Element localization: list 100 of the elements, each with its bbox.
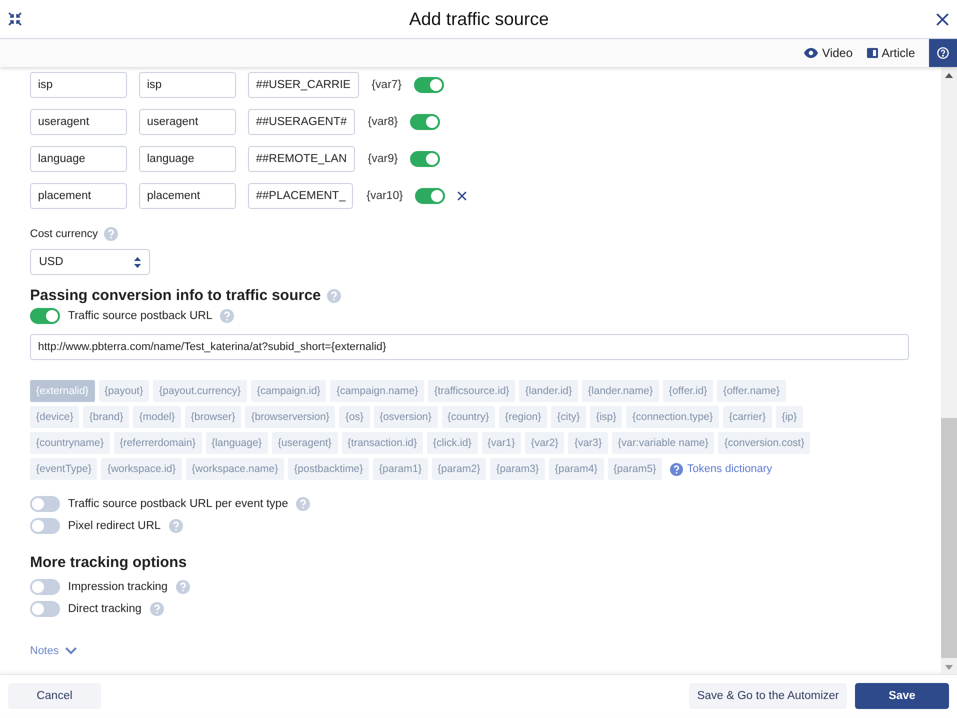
token-chip[interactable]: {connection.type} bbox=[626, 406, 719, 428]
help-button[interactable] bbox=[929, 39, 957, 67]
token-chip[interactable]: {region} bbox=[498, 406, 548, 428]
token-chip[interactable]: {payout.currency} bbox=[153, 380, 247, 402]
parameter-value-field[interactable]: language bbox=[139, 146, 236, 172]
help-icon bbox=[220, 309, 234, 323]
token-chip[interactable]: {var3} bbox=[568, 432, 608, 454]
token-chip[interactable]: {param3} bbox=[490, 458, 545, 480]
help-icon bbox=[150, 602, 164, 616]
variable-label: {var9} bbox=[368, 153, 398, 165]
toggle-label: Impression tracking bbox=[68, 581, 168, 593]
sort-icon bbox=[134, 256, 141, 268]
token-chip[interactable]: {param1} bbox=[373, 458, 428, 480]
chevron-down-icon bbox=[64, 647, 77, 655]
token-chip[interactable]: {param4} bbox=[548, 458, 604, 480]
token-chip[interactable]: {ip} bbox=[776, 406, 803, 428]
toggle-switch[interactable] bbox=[30, 518, 60, 534]
parameter-value-field[interactable]: isp bbox=[139, 72, 236, 98]
token-chip[interactable]: {lander.id} bbox=[519, 380, 578, 402]
token-chip[interactable]: {useragent} bbox=[272, 432, 338, 454]
token-chip[interactable]: {campaign.id} bbox=[250, 380, 326, 402]
token-chip[interactable]: {device} bbox=[30, 406, 80, 428]
book-icon bbox=[866, 48, 878, 58]
token-chip[interactable]: {carrier} bbox=[722, 406, 772, 428]
token-chip[interactable]: {countryname} bbox=[30, 432, 110, 454]
token-chip[interactable]: {country} bbox=[442, 406, 495, 428]
token-chip[interactable]: {param5} bbox=[608, 458, 662, 480]
token-chip[interactable]: {var:variable name} bbox=[612, 432, 714, 454]
toggle-switch[interactable] bbox=[414, 77, 444, 93]
section-heading: Passing conversion info to traffic source bbox=[30, 287, 321, 304]
cancel-button[interactable]: Cancel bbox=[8, 683, 101, 709]
token-chip[interactable]: {trafficsource.id} bbox=[428, 380, 516, 402]
toggle-switch[interactable] bbox=[410, 151, 440, 167]
collapse-icon[interactable] bbox=[8, 12, 22, 26]
token-chip[interactable]: {browserversion} bbox=[245, 406, 336, 428]
variable-label: {var8} bbox=[368, 116, 398, 128]
toggle-label: Traffic source postback URL bbox=[68, 310, 212, 322]
parameter-name-field[interactable]: useragent bbox=[30, 109, 127, 135]
postback-url-field[interactable]: http://www.pbterra.com/name/Test_katerina/at?subid_short={externalid} bbox=[30, 334, 909, 360]
token-chip[interactable]: {browser} bbox=[184, 406, 242, 428]
currency-select[interactable]: USD bbox=[30, 249, 150, 275]
token-chip[interactable]: {offer.id} bbox=[662, 380, 714, 402]
toggle-label: Direct tracking bbox=[68, 603, 142, 615]
help-icon bbox=[104, 227, 118, 241]
token-chip[interactable]: {lander.name} bbox=[582, 380, 659, 402]
token-chip[interactable]: {os} bbox=[339, 406, 370, 428]
save-button[interactable]: Save bbox=[855, 683, 949, 709]
help-icon bbox=[296, 497, 310, 511]
help-icon bbox=[176, 580, 190, 594]
token-chip[interactable]: {referrerdomain} bbox=[114, 432, 202, 454]
token-chip[interactable]: {workspace.id} bbox=[101, 458, 182, 480]
token-chip[interactable]: {transaction.id} bbox=[342, 432, 424, 454]
token-field[interactable]: ##PLACEMENT_ bbox=[248, 183, 354, 209]
toggle-label: Traffic source postback URL per event type bbox=[68, 498, 288, 510]
token-chip[interactable]: {externalid} bbox=[30, 380, 95, 402]
token-chip[interactable]: {language} bbox=[206, 432, 268, 454]
toggle-switch[interactable] bbox=[410, 114, 440, 130]
token-field[interactable]: ##REMOTE_LAN bbox=[248, 146, 355, 172]
token-field[interactable]: ##USERAGENT# bbox=[248, 109, 355, 135]
parameter-value-field[interactable]: placement bbox=[139, 183, 236, 209]
close-icon[interactable] bbox=[936, 12, 949, 26]
token-chip[interactable]: {eventType} bbox=[30, 458, 98, 480]
token-chip[interactable]: {postbacktime} bbox=[288, 458, 370, 480]
help-icon bbox=[670, 462, 684, 476]
token-chip[interactable]: {isp} bbox=[590, 406, 622, 428]
parameter-value-field[interactable]: useragent bbox=[139, 109, 236, 135]
token-chip[interactable]: {payout} bbox=[98, 380, 150, 402]
token-chip[interactable]: {osversion} bbox=[374, 406, 438, 428]
token-field[interactable]: ##USER_CARRIE bbox=[248, 72, 359, 98]
toggle-switch[interactable] bbox=[30, 496, 60, 512]
toggle-label: Pixel redirect URL bbox=[68, 520, 161, 532]
toggle-switch[interactable] bbox=[30, 308, 60, 324]
token-chip[interactable]: {model} bbox=[133, 406, 181, 428]
scrollbar[interactable] bbox=[941, 67, 957, 674]
token-chip[interactable]: {brand} bbox=[83, 406, 130, 428]
toggle-switch[interactable] bbox=[30, 601, 60, 617]
field-label: Cost currency bbox=[30, 228, 98, 240]
notes-toggle[interactable]: Notes bbox=[30, 645, 77, 657]
token-chip[interactable]: {city} bbox=[551, 406, 586, 428]
token-chip[interactable]: {var2} bbox=[525, 432, 564, 454]
help-icon bbox=[937, 47, 949, 59]
token-chip[interactable]: {campaign.name} bbox=[330, 380, 424, 402]
token-chip[interactable]: {click.id} bbox=[427, 432, 478, 454]
parameter-name-field[interactable]: isp bbox=[30, 72, 127, 98]
section-heading: More tracking options bbox=[30, 554, 187, 571]
token-chip[interactable]: {workspace.name} bbox=[186, 458, 284, 480]
toolbar-link[interactable]: Video bbox=[804, 46, 853, 60]
variable-label: {var10} bbox=[366, 190, 403, 202]
token-chip[interactable]: {conversion.cost} bbox=[718, 432, 810, 454]
token-chip[interactable]: {param2} bbox=[432, 458, 486, 480]
toggle-switch[interactable] bbox=[30, 579, 60, 595]
eye-icon bbox=[804, 48, 818, 58]
token-chip[interactable]: {var1} bbox=[482, 432, 521, 454]
token-chip[interactable]: {offer.name} bbox=[717, 380, 786, 402]
toggle-switch[interactable] bbox=[414, 188, 445, 204]
toolbar-link[interactable]: Article bbox=[866, 46, 915, 60]
tokens-dictionary-link[interactable]: Tokens dictionary bbox=[687, 463, 772, 475]
parameter-name-field[interactable]: placement bbox=[30, 183, 127, 209]
save-automizer-button[interactable]: Save & Go to the Automizer bbox=[689, 683, 847, 709]
parameter-name-field[interactable]: language bbox=[30, 146, 127, 172]
